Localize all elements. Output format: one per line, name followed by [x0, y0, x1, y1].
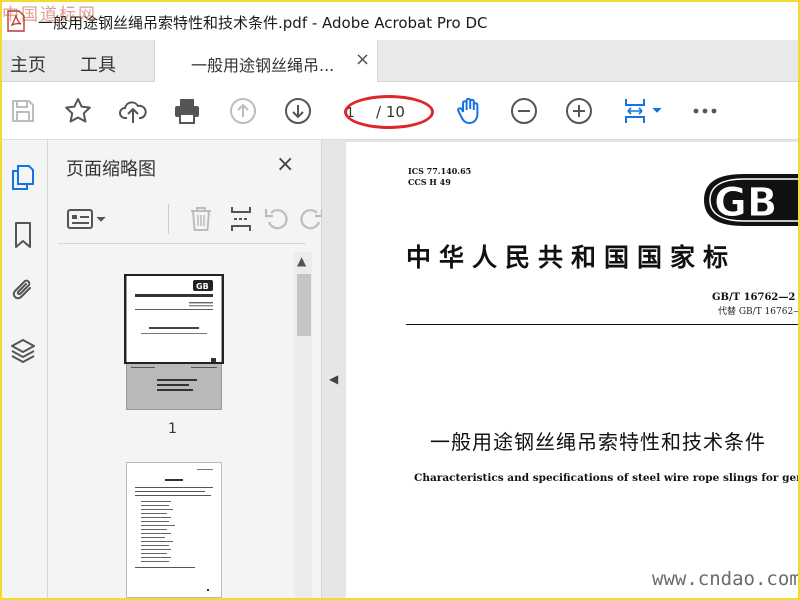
gb-logo-text: GB [714, 180, 777, 226]
thumbnail-options-icon[interactable] [66, 204, 110, 234]
star-icon[interactable] [63, 96, 93, 126]
tab-document[interactable]: 一般用途钢丝绳吊... × [154, 40, 378, 82]
doc-ics-ccs: ICS 77.140.65 CCS H 49 [408, 166, 471, 188]
thumbnails-close-button[interactable]: × [276, 152, 294, 177]
thumbnails-toolbar [58, 200, 324, 244]
watermark-top-left: 中国道标网 [2, 5, 97, 25]
tab-home[interactable]: 主页 [10, 51, 46, 77]
more-icon[interactable] [690, 96, 720, 126]
delete-page-icon[interactable] [186, 204, 216, 234]
page-up-icon[interactable] [228, 96, 258, 126]
window-title: 一般用途钢丝绳吊索特性和技术条件.pdf - Adobe Acrobat Pro… [38, 14, 488, 32]
doc-title-cn: 一般用途钢丝绳吊索特性和技术条件 [430, 430, 766, 454]
hand-icon[interactable] [454, 96, 484, 126]
doc-replaces: 代替 GB/T 16762— [718, 307, 798, 317]
pages-icon[interactable] [8, 162, 38, 192]
page-down-icon[interactable] [283, 96, 313, 126]
thumbnail-1-footer [127, 363, 221, 409]
bookmark-icon[interactable] [8, 220, 38, 250]
layers-icon[interactable] [8, 336, 38, 366]
insert-page-icon[interactable] [226, 204, 256, 234]
gb-logo: GB [704, 174, 798, 227]
doc-ccs: CCS H 49 [408, 177, 451, 187]
tab-bar: 主页 工具 一般用途钢丝绳吊... × [2, 40, 798, 82]
doc-heading: 中华人民共和国国家标 [406, 243, 737, 272]
watermark-bottom-right: www.cndao.com [652, 568, 800, 590]
title-bar: 一般用途钢丝绳吊索特性和技术条件.pdf - Adobe Acrobat Pro… [2, 2, 798, 40]
thumbnail-2-content [135, 469, 213, 591]
thumbnail-1-viewport-box[interactable] [124, 274, 224, 364]
toolbar-separator [168, 204, 169, 234]
print-icon[interactable] [172, 96, 202, 126]
doc-divider [406, 324, 798, 325]
scrollbar-thumb[interactable] [297, 274, 311, 336]
zoom-out-icon[interactable] [509, 96, 539, 126]
attachment-icon[interactable] [8, 276, 38, 306]
panel-collapse-bar[interactable]: ◀ [322, 140, 344, 598]
document-viewer: ICS 77.140.65 CCS H 49 GB 中华人民共和国国家标 GB/… [344, 140, 798, 598]
fit-page-icon[interactable] [620, 96, 666, 126]
thumbnails-panel-title: 页面缩略图 [66, 159, 156, 180]
collapse-arrow-icon[interactable]: ◀ [329, 372, 338, 386]
save-icon[interactable] [8, 96, 38, 126]
rotate-left-icon[interactable] [262, 204, 292, 234]
tab-document-label: 一般用途钢丝绳吊... [191, 56, 335, 75]
thumbnail-1-label: 1 [168, 421, 177, 437]
left-rail [2, 140, 48, 598]
zoom-in-icon[interactable] [564, 96, 594, 126]
tab-tools[interactable]: 工具 [80, 51, 116, 77]
scroll-up-arrow-icon[interactable]: ▲ [297, 254, 306, 268]
doc-ics: ICS 77.140.65 [408, 166, 472, 176]
document-page: ICS 77.140.65 CCS H 49 GB 中华人民共和国国家标 GB/… [346, 142, 798, 598]
tab-close-button[interactable]: × [355, 49, 370, 70]
page-thumbnail-2[interactable] [126, 462, 222, 598]
doc-standard-number: GB/T 16762—2 [712, 292, 796, 303]
cloud-upload-icon[interactable] [118, 96, 148, 126]
page-number-annotation [344, 95, 434, 129]
doc-title-en: Characteristics and specifications of st… [414, 472, 798, 484]
thumbnails-panel: 页面缩略图 × ▲ GB 1 [48, 140, 324, 598]
